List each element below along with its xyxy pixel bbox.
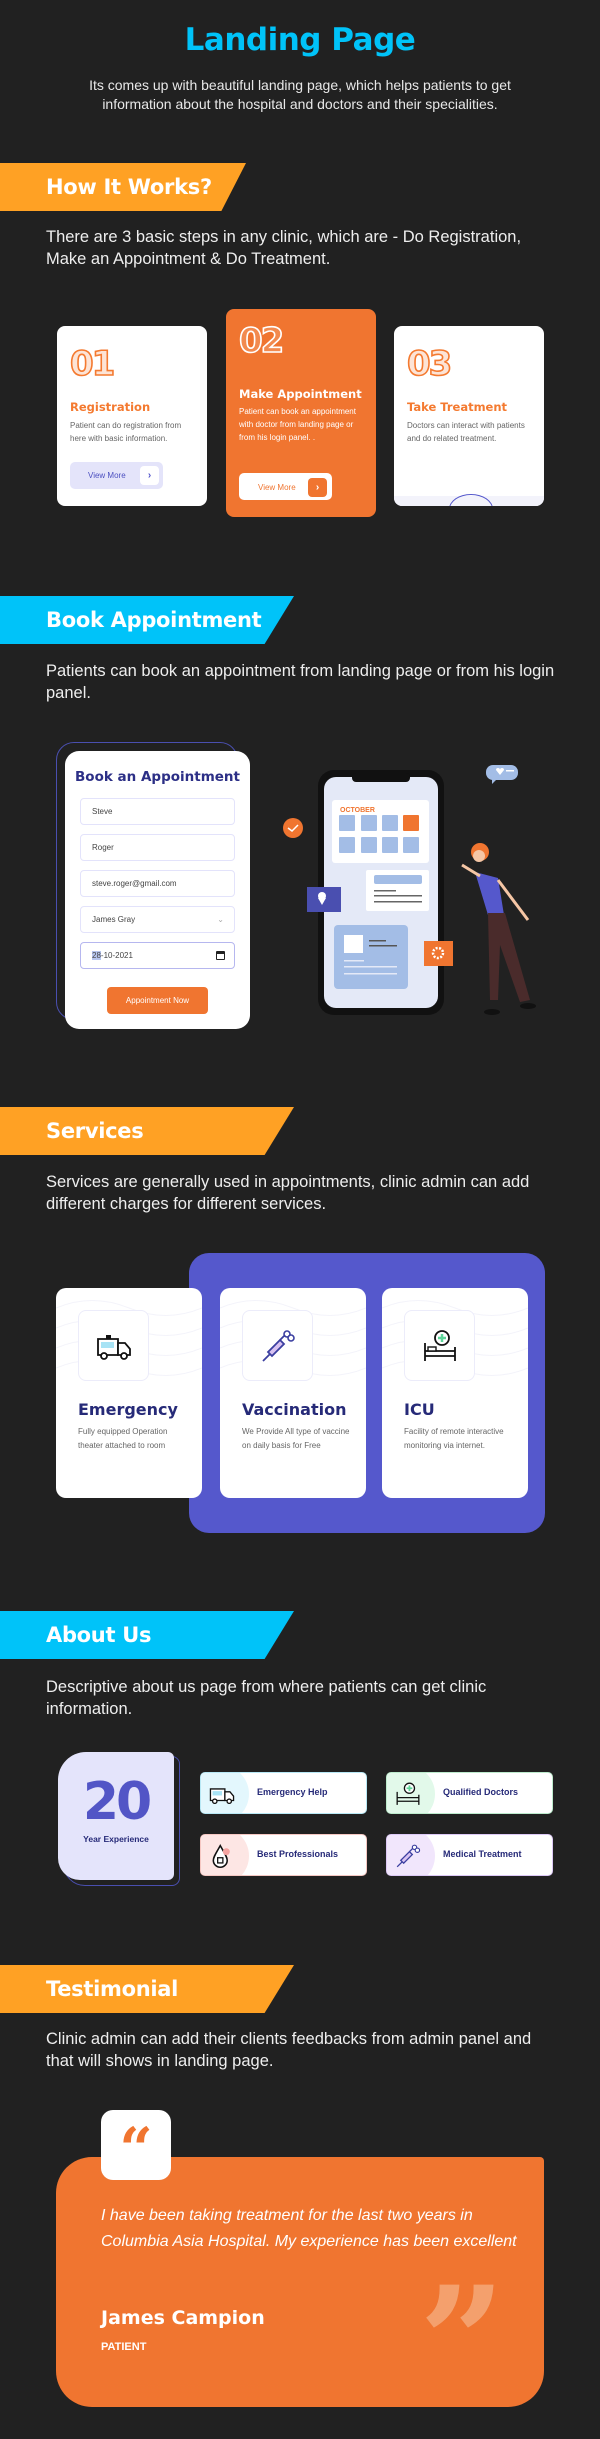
view-more-button[interactable]: View More › xyxy=(70,462,163,489)
hospital-bed-icon xyxy=(396,1782,420,1805)
doctor-select[interactable]: James Gray ⌄ xyxy=(80,906,235,933)
section-heading: How It Works? xyxy=(46,175,212,199)
booking-illustration: OCTOBER xyxy=(283,765,536,1015)
feature-qualified-doctors: Qualified Doctors xyxy=(386,1772,553,1814)
service-card-vaccination[interactable]: Vaccination We Provide All type of vacci… xyxy=(220,1288,366,1498)
blood-drop-icon xyxy=(212,1843,230,1869)
service-text: We Provide All type of vaccine on daily … xyxy=(242,1427,350,1450)
section-heading: Book Appointment xyxy=(46,608,262,632)
ambulance-icon xyxy=(78,1310,149,1381)
testimonial-role: PATIENT xyxy=(101,2341,147,2353)
check-badge-icon xyxy=(283,818,303,838)
feature-label: Medical Treatment xyxy=(443,1849,522,1859)
woman-figure xyxy=(461,843,536,1015)
service-text: Facility of remote interactive monitorin… xyxy=(404,1427,504,1450)
step-title: Registration xyxy=(70,400,151,414)
feature-emergency-help: Emergency Help xyxy=(200,1772,367,1814)
feature-best-professionals: Best Professionals xyxy=(200,1834,367,1876)
page-subtitle: Its comes up with beautiful landing page… xyxy=(89,77,511,112)
feature-label: Emergency Help xyxy=(257,1787,328,1797)
experience-label: Year Experience xyxy=(83,1834,149,1844)
step-number: 01 xyxy=(69,343,116,385)
view-more-label: View More xyxy=(258,483,296,492)
form-title: Book an Appointment xyxy=(75,769,240,785)
step-text: Doctors can interact with patients and d… xyxy=(407,421,525,443)
chevron-right-icon: › xyxy=(308,478,327,497)
view-more-label: View More xyxy=(88,471,126,480)
settings-gear-icon xyxy=(424,941,453,966)
service-title: Vaccination xyxy=(242,1400,347,1419)
first-name-input[interactable]: Steve xyxy=(80,798,235,825)
step-number: 03 xyxy=(406,343,453,385)
section-description: Services are generally used in appointme… xyxy=(46,1173,530,1213)
syringe-icon xyxy=(242,1310,313,1381)
close-quote-icon: ” xyxy=(419,2254,506,2430)
ambulance-icon xyxy=(209,1788,235,1805)
section-banner-how-it-works: How It Works? xyxy=(0,163,246,211)
section-heading: Testimonial xyxy=(46,1977,179,2001)
section-heading: About Us xyxy=(46,1623,152,1647)
date-input[interactable]: 28-10-2021 xyxy=(80,942,235,969)
calendar-month: OCTOBER xyxy=(340,807,375,814)
section-banner-services: Services xyxy=(0,1107,294,1155)
page-title: Landing Page xyxy=(184,22,416,58)
service-text: Fully equipped Operation theater attache… xyxy=(78,1427,168,1450)
syringe-icon xyxy=(396,1844,421,1868)
section-heading: Services xyxy=(46,1119,144,1143)
calendar-icon[interactable] xyxy=(216,951,225,960)
feature-medical-treatment: Medical Treatment xyxy=(386,1834,553,1876)
last-name-input[interactable]: Roger xyxy=(80,834,235,861)
view-more-button[interactable]: View More › xyxy=(239,473,332,500)
service-title: Emergency xyxy=(78,1400,178,1419)
step-card-take-treatment: 03 Take Treatment Doctors can interact w… xyxy=(394,326,544,506)
appointment-form: Book an Appointment Steve Roger steve.ro… xyxy=(65,751,250,1029)
hospital-bed-icon xyxy=(404,1310,475,1381)
step-card-registration: 01 Registration Patient can do registrat… xyxy=(57,326,207,506)
feature-label: Best Professionals xyxy=(257,1849,339,1859)
section-description: Patients can book an appointment from la… xyxy=(46,662,555,702)
service-card-icu[interactable]: ICU Facility of remote interactive monit… xyxy=(382,1288,528,1498)
chevron-down-icon: ⌄ xyxy=(217,915,224,924)
open-quote-icon: “ xyxy=(119,2115,153,2183)
testimonial-quote: I have been taking treatment for the las… xyxy=(101,2207,517,2250)
service-card-emergency[interactable]: Emergency Fully equipped Operation theat… xyxy=(56,1288,202,1498)
open-quote-badge: “ xyxy=(101,2110,171,2183)
step-title: Make Appointment xyxy=(239,387,362,401)
section-description: There are 3 basic steps in any clinic, w… xyxy=(46,228,522,268)
service-title: ICU xyxy=(404,1400,435,1419)
testimonial-author: James Campion xyxy=(101,2307,265,2329)
experience-number: 20 xyxy=(82,1772,152,1832)
date-rest: -10-2021 xyxy=(100,951,133,960)
section-description: Clinic admin can add their clients feedb… xyxy=(46,2030,532,2070)
step-card-make-appointment: 02 Make Appointment Patient can book an … xyxy=(226,309,376,517)
section-banner-testimonial: Testimonial xyxy=(0,1965,294,2013)
step-number: 02 xyxy=(238,320,285,362)
location-pin-icon xyxy=(307,887,341,912)
section-banner-about-us: About Us xyxy=(0,1611,294,1659)
section-banner-book-appointment: Book Appointment xyxy=(0,596,294,644)
step-text: Patient can do registration from here wi… xyxy=(70,421,182,443)
experience-badge: 20 Year Experience xyxy=(58,1752,174,1880)
feature-label: Qualified Doctors xyxy=(443,1787,519,1797)
testimonial-card: I have been taking treatment for the las… xyxy=(56,2157,544,2417)
chevron-right-icon: › xyxy=(140,466,159,485)
date-day-selected: 28 xyxy=(92,951,101,960)
heart-chat-icon xyxy=(486,765,518,784)
email-input[interactable]: steve.roger@gmail.com xyxy=(80,870,235,897)
appointment-now-button[interactable]: Appointment Now xyxy=(107,987,208,1014)
step-title: Take Treatment xyxy=(407,400,508,414)
section-description: Descriptive about us page from where pat… xyxy=(46,1678,487,1718)
step-text: Patient can book an appointment with doc… xyxy=(239,407,356,442)
doctor-select-value: James Gray xyxy=(92,915,136,924)
